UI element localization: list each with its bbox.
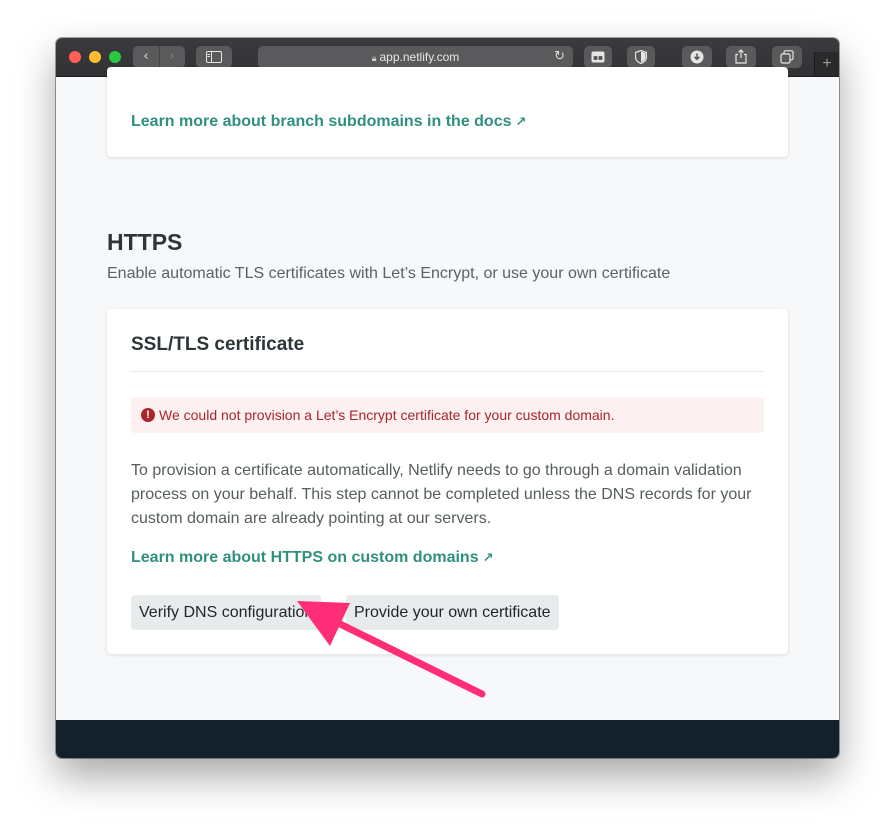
download-icon[interactable] <box>682 46 712 68</box>
page-viewport: Learn more about branch subdomains in th… <box>56 67 839 758</box>
minimize-window-button[interactable] <box>89 51 101 63</box>
verify-dns-button[interactable]: Verify DNS configuration <box>131 595 322 630</box>
external-link-icon: ↗ <box>515 115 527 130</box>
close-window-button[interactable] <box>69 51 81 63</box>
tabs-icon[interactable] <box>772 46 802 68</box>
url-text: app.netlify.com <box>379 50 460 64</box>
nav-buttons: ‹ › <box>133 46 185 68</box>
error-icon: ! <box>141 408 155 422</box>
section-title: HTTPS <box>107 229 183 255</box>
browser-window: ‹ › 🔒︎ app.netlify.com ↻ + Learn more ab… <box>56 38 839 758</box>
branch-subdomains-card: Learn more about branch subdomains in th… <box>107 67 788 157</box>
description-paragraph: To provision a certificate automatically… <box>131 462 752 527</box>
plus-icon[interactable]: + <box>814 52 839 76</box>
https-docs-link[interactable]: Learn more about HTTPS on custom domains… <box>131 549 494 567</box>
share-icon[interactable] <box>726 46 756 68</box>
branch-docs-link[interactable]: Learn more about branch subdomains in th… <box>131 113 526 131</box>
zoom-window-button[interactable] <box>109 51 121 63</box>
divider <box>131 371 764 372</box>
sidebar-icon[interactable] <box>196 46 232 68</box>
chevron-right-icon[interactable]: › <box>159 46 185 68</box>
provide-certificate-button[interactable]: Provide your own certificate <box>346 595 559 630</box>
alert-text: We could not provision a Let’s Encrypt c… <box>159 407 615 423</box>
card-title: SSL/TLS certificate <box>131 334 305 355</box>
ssl-certificate-card: SSL/TLS certificate ! We could not provi… <box>107 309 788 654</box>
reload-icon[interactable]: ↻ <box>554 46 565 68</box>
external-link-icon: ↗ <box>482 551 494 566</box>
https-docs-link-text: Learn more about HTTPS on custom domains <box>131 549 479 566</box>
address-bar[interactable]: 🔒︎ app.netlify.com ↻ <box>258 46 573 68</box>
extension-icon[interactable] <box>584 46 612 68</box>
page-footer <box>56 720 839 758</box>
branch-docs-link-text: Learn more about branch subdomains in th… <box>131 113 512 130</box>
section-subtitle: Enable automatic TLS certificates with L… <box>107 265 671 282</box>
chevron-left-icon[interactable]: ‹ <box>133 46 160 68</box>
shield-icon[interactable] <box>627 46 655 68</box>
lock-icon: 🔒︎ <box>371 53 377 63</box>
error-alert: ! We could not provision a Let’s Encrypt… <box>131 397 764 433</box>
